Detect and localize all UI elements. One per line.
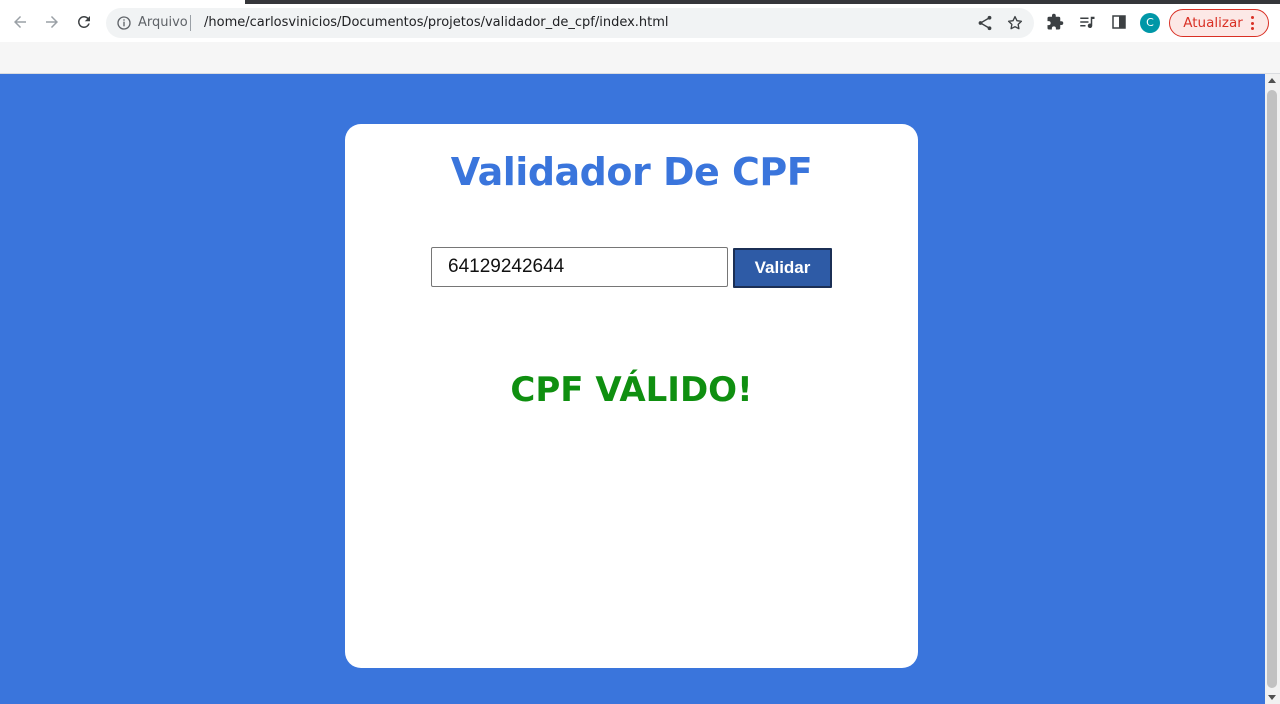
star-icon[interactable] bbox=[1006, 14, 1024, 32]
forward-icon bbox=[46, 16, 58, 28]
update-button-label: Atualizar bbox=[1183, 15, 1243, 31]
side-panel-icon[interactable] bbox=[1110, 13, 1128, 31]
back-button[interactable] bbox=[8, 10, 32, 34]
menu-dots-icon bbox=[1251, 16, 1255, 30]
bookmarks-bar bbox=[0, 42, 1280, 73]
url-text[interactable]: /home/carlosvinicios/Documentos/projetos… bbox=[204, 14, 669, 32]
profile-avatar[interactable]: C bbox=[1140, 13, 1160, 33]
cpf-input[interactable] bbox=[431, 247, 728, 287]
scrollbar-thumb[interactable] bbox=[1267, 90, 1277, 688]
share-icon[interactable] bbox=[976, 14, 994, 32]
page-viewport: Validador De CPF Validar CPF VÁLIDO! bbox=[0, 74, 1265, 704]
scroll-up-icon[interactable] bbox=[1268, 78, 1276, 83]
validate-button[interactable]: Validar bbox=[733, 248, 832, 288]
validator-card: Validador De CPF Validar CPF VÁLIDO! bbox=[345, 124, 918, 668]
reload-icon bbox=[77, 15, 90, 28]
validation-result: CPF VÁLIDO! bbox=[510, 370, 753, 410]
vertical-scrollbar[interactable] bbox=[1265, 74, 1280, 704]
page-title: Validador De CPF bbox=[450, 150, 813, 194]
security-chip-label[interactable]: Arquivo bbox=[138, 14, 188, 32]
omnibox-divider bbox=[190, 15, 191, 31]
info-icon[interactable] bbox=[116, 15, 132, 31]
forward-button[interactable] bbox=[40, 10, 64, 34]
back-icon bbox=[14, 16, 26, 28]
browser-toolbar: Arquivo /home/carlosvinicios/Documentos/… bbox=[0, 4, 1280, 42]
reload-button[interactable] bbox=[72, 10, 96, 34]
reading-list-icon[interactable] bbox=[1078, 13, 1096, 31]
address-bar[interactable]: Arquivo /home/carlosvinicios/Documentos/… bbox=[106, 8, 1034, 38]
update-button[interactable]: Atualizar bbox=[1169, 9, 1269, 37]
extensions-icon[interactable] bbox=[1046, 13, 1064, 31]
scroll-down-icon[interactable] bbox=[1268, 695, 1276, 700]
